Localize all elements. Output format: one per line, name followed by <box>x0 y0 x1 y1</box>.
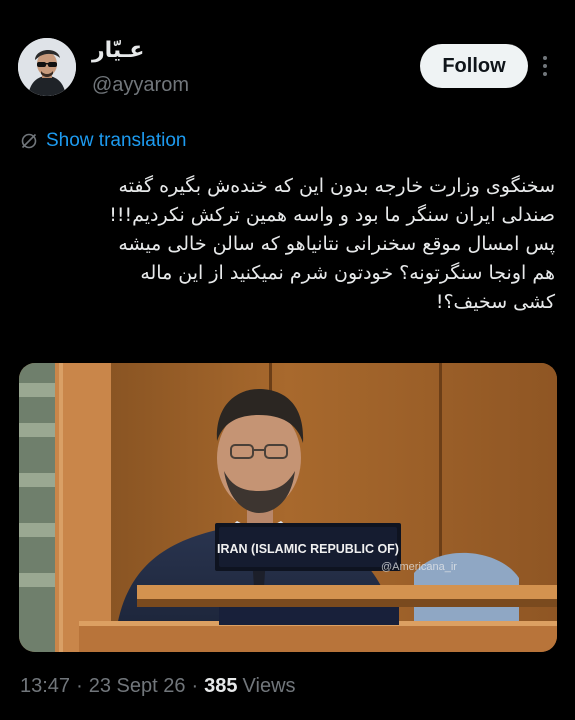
tweet-line: صندلی ایران سنگر ما بود و واسه همین ترکش… <box>109 204 555 226</box>
avatar[interactable] <box>18 38 76 96</box>
tweet-time[interactable]: 13:47 <box>20 675 70 698</box>
more-dot <box>543 64 547 68</box>
meta-separator: · <box>76 674 83 697</box>
meta-separator: · <box>191 674 199 697</box>
tweet-line: پس امسال موقع سخنرانی نتانیاهو که سالن خ… <box>118 233 555 255</box>
un-assembly-photo: IRAN (ISLAMIC REPUBLIC OF) @Americana_ir <box>19 363 557 652</box>
globe-icon <box>21 133 37 149</box>
tweet-line: کشی سخیف؟! <box>435 291 555 313</box>
more-dot <box>543 72 547 76</box>
tweet-line: سخنگوی وزارت خارجه بدون این که خنده‌ش بگ… <box>118 175 555 197</box>
watermark-text: @Americana_ir <box>381 561 457 573</box>
tweet-header: عـيّار @ayyarom Follow <box>0 0 575 120</box>
tweet-text: سخنگوی وزارت خارجه بدون این که خنده‌ش بگ… <box>20 172 555 317</box>
views-count[interactable]: 385 <box>204 675 237 698</box>
profile-photo-icon <box>18 38 76 96</box>
handle[interactable]: @ayyarom <box>92 74 189 97</box>
show-translation-label: Show translation <box>46 130 187 151</box>
nameplate-text: IRAN (ISLAMIC REPUBLIC OF) <box>217 542 399 556</box>
show-translation-link[interactable]: Show translation <box>20 128 186 154</box>
display-name[interactable]: عـيّار <box>92 38 144 63</box>
more-vertical-icon[interactable] <box>538 52 552 80</box>
tweet-meta: 13:47 · 23 Sept 26 · 385 Views <box>20 673 296 699</box>
tweet-media-image[interactable]: IRAN (ISLAMIC REPUBLIC OF) @Americana_ir <box>19 363 557 652</box>
tweet-line: هم اونجا سنگرتونه؟ خودتون شرم نمیکنید از… <box>140 262 555 284</box>
views-label: Views <box>242 674 296 697</box>
more-dot <box>543 56 547 60</box>
follow-button[interactable]: Follow <box>420 44 528 88</box>
tweet-date[interactable]: 23 Sept 26 <box>89 675 186 698</box>
